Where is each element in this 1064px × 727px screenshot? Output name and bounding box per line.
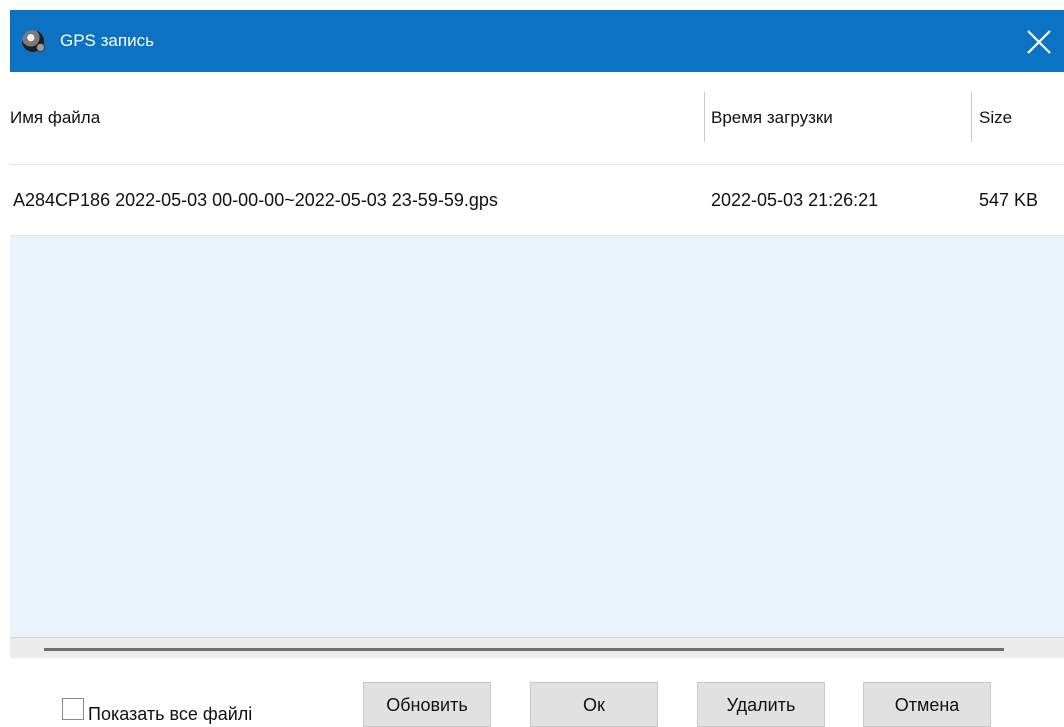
close-button[interactable]	[1014, 16, 1064, 66]
button-bar: Показать все файлі Обновить Ок Удалить О…	[10, 658, 1064, 727]
cell-size: 547 KB	[979, 190, 1039, 210]
window-title: GPS запись	[60, 31, 154, 50]
show-all-files-checkbox[interactable]	[62, 698, 84, 720]
title-bar: GPS запись	[10, 10, 1064, 72]
table-row[interactable]: A284CP186 2022-05-03 00-00-00~2022-05-03…	[10, 165, 1064, 236]
column-header-upload-time[interactable]: Время загрузки	[711, 72, 833, 164]
horizontal-scrollbar[interactable]	[10, 637, 1064, 660]
gps-record-dialog: GPS запись Имя файла Время загрузки Size…	[10, 10, 1064, 727]
ok-button[interactable]: Ок	[530, 682, 658, 727]
scrollbar-thumb[interactable]	[44, 648, 1004, 651]
cell-file-name: A284CP186 2022-05-03 00-00-00~2022-05-03…	[13, 190, 498, 210]
cancel-button[interactable]: Отмена	[863, 682, 991, 727]
file-list[interactable]: Имя файла Время загрузки Size A284CP186 …	[10, 72, 1064, 660]
show-all-files-label: Показать все файлі	[88, 704, 253, 724]
close-icon	[1027, 30, 1051, 54]
table-header: Имя файла Время загрузки Size	[10, 72, 1064, 165]
refresh-button[interactable]: Обновить	[363, 682, 491, 727]
column-header-file-name[interactable]: Имя файла	[10, 72, 100, 164]
column-divider[interactable]	[971, 92, 972, 142]
column-header-size[interactable]: Size	[979, 72, 1012, 164]
column-divider[interactable]	[704, 92, 705, 142]
delete-button[interactable]: Удалить	[697, 682, 825, 727]
app-logo-icon	[22, 30, 45, 52]
cell-upload-time: 2022-05-03 21:26:21	[711, 190, 879, 210]
